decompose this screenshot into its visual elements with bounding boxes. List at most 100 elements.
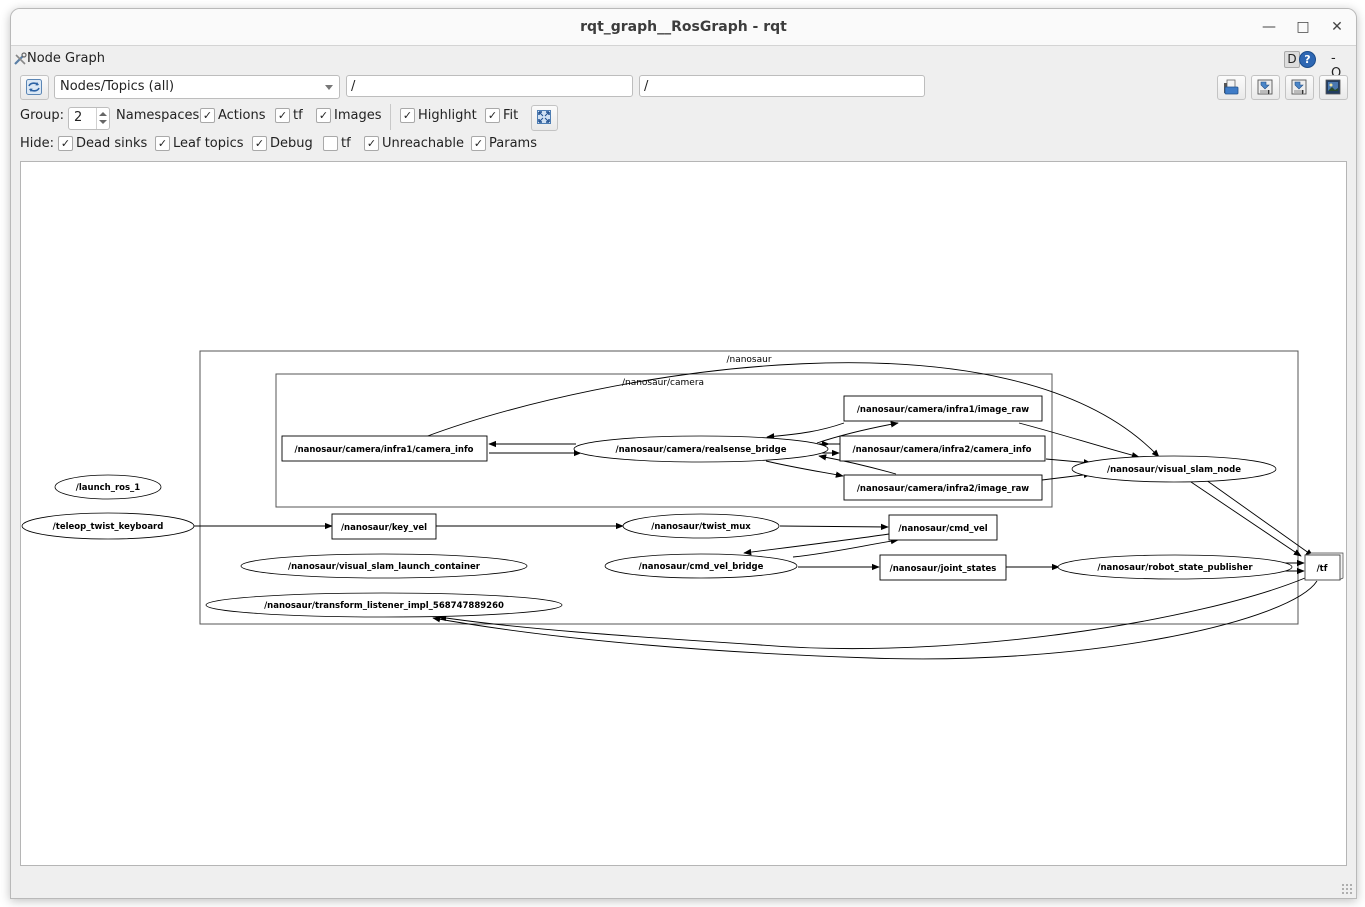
fit-label: Fit xyxy=(503,108,519,123)
cluster-label: /nanosaur/camera xyxy=(622,378,704,388)
save-dot-icon xyxy=(1257,79,1273,95)
topic-infra1-camera-info[interactable]: /nanosaur/camera/infra1/camera_info xyxy=(281,435,488,462)
edge xyxy=(792,537,899,558)
topic-infra2-image-raw[interactable]: /nanosaur/camera/infra2/image_raw xyxy=(843,474,1043,501)
params-checkbox[interactable]: ✓ xyxy=(471,136,486,151)
node-twist-mux[interactable]: /nanosaur/twist_mux xyxy=(622,513,780,539)
topic-label: /nanosaur/camera/infra1/camera_info xyxy=(294,445,473,455)
save-svg-button[interactable] xyxy=(1285,75,1314,100)
title-bar: rqt_graph__RosGraph - rqt — □ ✕ xyxy=(11,9,1356,46)
fit-checkbox[interactable]: ✓ xyxy=(485,108,500,123)
node-label: /nanosaur/robot_state_publisher xyxy=(1097,563,1253,573)
maximize-button[interactable]: □ xyxy=(1293,17,1313,37)
ros-graph[interactable]: /nanosaur /nanosaur/camera /launch_ros_1… xyxy=(21,162,1346,865)
close-button[interactable]: ✕ xyxy=(1327,17,1347,37)
spin-down-icon[interactable] xyxy=(99,120,107,124)
rqt-window: rqt_graph__RosGraph - rqt — □ ✕ Node Gra… xyxy=(10,8,1357,899)
minimize-icon: — xyxy=(1262,19,1276,35)
dead-sinks-checkbox[interactable]: ✓ xyxy=(58,136,73,151)
unreachable-checkbox[interactable]: ✓ xyxy=(364,136,379,151)
spin-up-icon[interactable] xyxy=(99,112,107,116)
topic-label: /nanosaur/camera/infra1/image_raw xyxy=(857,405,1029,415)
node-label: /nanosaur/visual_slam_launch_container xyxy=(288,562,481,572)
maximize-icon: □ xyxy=(1296,19,1310,35)
node-robot-state-publisher[interactable]: /nanosaur/robot_state_publisher xyxy=(1057,554,1293,580)
edge xyxy=(1205,479,1314,557)
topic-joint-states[interactable]: /nanosaur/joint_states xyxy=(879,554,1007,581)
actions-checkbox[interactable]: ✓ xyxy=(200,108,215,123)
leaf-topics-label: Leaf topics xyxy=(173,136,244,151)
cluster-nanosaur: /nanosaur xyxy=(199,350,1299,625)
fit-in-view-icon xyxy=(537,110,551,124)
node-label: /nanosaur/cmd_vel_bridge xyxy=(639,562,764,572)
topic-label: /nanosaur/key_vel xyxy=(341,523,427,533)
tf-label: tf xyxy=(293,108,303,123)
group-spinbox[interactable]: 2 xyxy=(68,107,110,130)
node-label: /nanosaur/twist_mux xyxy=(651,522,751,532)
minimize-plugin-button[interactable]: - xyxy=(1331,51,1342,66)
refresh-icon xyxy=(26,79,42,95)
load-dot-button[interactable] xyxy=(1217,75,1246,100)
dock-button[interactable]: D xyxy=(1284,51,1300,68)
node-label: /nanosaur/transform_listener_impl_568747… xyxy=(264,601,504,611)
hide-row: Hide: ✓ Dead sinks ✓ Leaf topics ✓ Debug… xyxy=(20,134,580,154)
topic-filter-input[interactable] xyxy=(639,75,925,97)
highlight-label: Highlight xyxy=(418,108,477,123)
edge xyxy=(438,577,1306,650)
node-filter-input[interactable] xyxy=(346,75,633,97)
tf-checkbox[interactable]: ✓ xyxy=(275,108,290,123)
topic-infra2-camera-info[interactable]: /nanosaur/camera/infra2/camera_info xyxy=(839,435,1046,462)
edge xyxy=(743,533,890,556)
graph-view[interactable]: /nanosaur /nanosaur/camera /launch_ros_1… xyxy=(20,161,1347,866)
topic-key-vel[interactable]: /nanosaur/key_vel xyxy=(331,513,437,540)
topic-tf[interactable]: /tf xyxy=(1304,552,1344,581)
save-image-button[interactable] xyxy=(1319,75,1348,100)
node-cmd-vel-bridge[interactable]: /nanosaur/cmd_vel_bridge xyxy=(604,553,798,579)
hide-tf-checkbox[interactable] xyxy=(323,136,338,151)
images-checkbox[interactable]: ✓ xyxy=(316,108,331,123)
save-svg-icon xyxy=(1291,79,1307,95)
debug-label: Debug xyxy=(270,136,313,151)
spin-arrows[interactable] xyxy=(96,108,109,129)
leaf-topics-checkbox[interactable]: ✓ xyxy=(155,136,170,151)
actions-label: Actions xyxy=(218,108,266,123)
node-realsense-bridge[interactable]: /nanosaur/camera/realsense_bridge xyxy=(573,435,829,463)
graph-type-dropdown[interactable]: Nodes/Topics (all) xyxy=(54,75,340,99)
node-visual-slam-launch-container[interactable]: /nanosaur/visual_slam_launch_container xyxy=(240,553,528,579)
unreachable-label: Unreachable xyxy=(382,136,464,151)
node-label: /nanosaur/camera/realsense_bridge xyxy=(615,445,786,455)
node-label: /nanosaur/visual_slam_node xyxy=(1107,465,1241,475)
tools-icon xyxy=(14,52,27,65)
minimize-button[interactable]: — xyxy=(1259,17,1279,37)
hide-tf-label: tf xyxy=(341,136,351,151)
topic-label: /nanosaur/cmd_vel xyxy=(898,524,987,534)
topic-cmd-vel[interactable]: /nanosaur/cmd_vel xyxy=(888,514,998,541)
window-title: rqt_graph__RosGraph - rqt xyxy=(580,19,787,35)
save-dot-button[interactable] xyxy=(1251,75,1280,100)
node-launch-ros[interactable]: /launch_ros_1 xyxy=(54,474,162,500)
node-transform-listener[interactable]: /nanosaur/transform_listener_impl_568747… xyxy=(205,592,563,618)
refresh-button[interactable] xyxy=(20,75,49,100)
edge xyxy=(432,580,1318,660)
topic-label: /tf xyxy=(1317,564,1328,574)
fit-in-view-button[interactable] xyxy=(531,105,558,131)
close-icon: ✕ xyxy=(1331,19,1343,35)
plugin-header: Node Graph D ? -O xyxy=(11,49,1356,81)
help-button[interactable]: ? xyxy=(1299,51,1316,68)
node-label: /launch_ros_1 xyxy=(76,483,141,493)
chevron-down-icon xyxy=(325,85,333,90)
node-visual-slam[interactable]: /nanosaur/visual_slam_node xyxy=(1071,455,1277,483)
edge xyxy=(1190,481,1302,557)
debug-checkbox[interactable]: ✓ xyxy=(252,136,267,151)
graph-type-value: Nodes/Topics (all) xyxy=(60,79,175,94)
node-teleop-twist-keyboard[interactable]: /teleop_twist_keyboard xyxy=(21,512,195,540)
highlight-checkbox[interactable]: ✓ xyxy=(400,108,415,123)
load-dot-icon xyxy=(1224,79,1239,95)
topic-label: /nanosaur/joint_states xyxy=(890,564,997,574)
hide-label: Hide: xyxy=(20,136,55,151)
topic-label: /nanosaur/camera/infra2/image_raw xyxy=(857,484,1029,494)
topic-label: /nanosaur/camera/infra2/camera_info xyxy=(852,445,1031,455)
topic-infra1-image-raw[interactable]: /nanosaur/camera/infra1/image_raw xyxy=(843,395,1043,422)
edge xyxy=(779,523,889,531)
resize-grip[interactable] xyxy=(1341,883,1353,895)
